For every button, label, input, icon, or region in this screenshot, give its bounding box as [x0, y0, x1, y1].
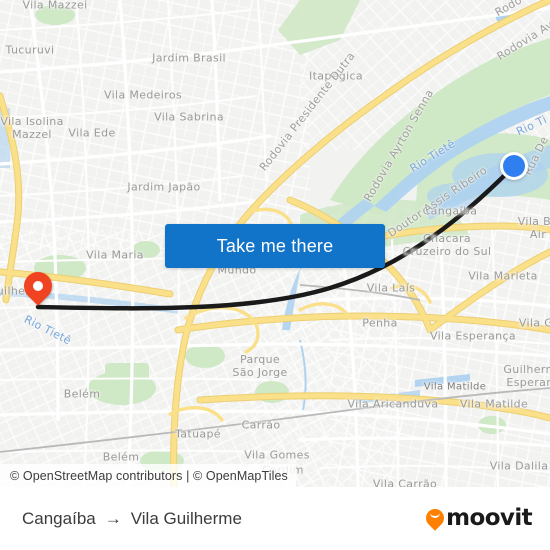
moovit-route-screen: Vila Mazzei Tucuruvi Jardim Brasil Itape…	[0, 0, 550, 550]
route-destination-label: Vila Guilherme	[130, 508, 242, 528]
map-canvas[interactable]: Vila Mazzei Tucuruvi Jardim Brasil Itape…	[0, 0, 550, 487]
route-summary: Cangaíba → Vila Guilherme	[22, 509, 242, 529]
map-attribution[interactable]: © OpenStreetMap contributors | © OpenMap…	[0, 464, 296, 487]
dot-marker-core	[503, 155, 525, 177]
moovit-pin-icon	[422, 505, 448, 531]
take-me-there-button[interactable]: Take me there	[165, 224, 385, 268]
map-pin-hole	[33, 281, 43, 291]
footer-bar: Cangaíba → Vila Guilherme moovit	[0, 487, 550, 550]
route-origin-label: Cangaíba	[22, 508, 96, 528]
moovit-wordmark: moovit	[446, 505, 532, 531]
arrow-right-icon: →	[104, 508, 122, 528]
moovit-logo[interactable]: moovit	[422, 505, 533, 531]
